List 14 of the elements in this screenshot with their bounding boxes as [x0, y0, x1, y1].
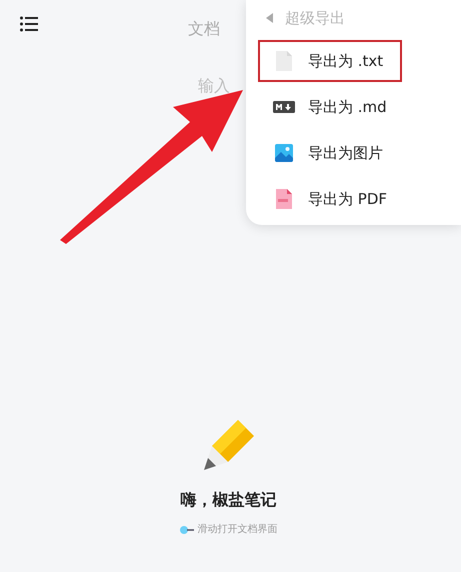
menu-icon[interactable] [20, 16, 38, 32]
swipe-hint-icon [180, 526, 194, 534]
export-option[interactable]: 导出为图片 [258, 132, 402, 174]
export-option[interactable]: 导出为 PDF [258, 178, 402, 220]
file-icon [276, 51, 292, 71]
markdown-icon [273, 101, 295, 113]
export-option[interactable]: 导出为 .txt [258, 40, 402, 82]
menu-title: 超级导出 [285, 8, 345, 29]
welcome-title: 嗨，椒盐笔记 [180, 489, 276, 511]
pdf-file-icon [276, 189, 292, 209]
swipe-hint: 滑动打开文档界面 [198, 522, 278, 537]
export-option[interactable]: 导出为 .md [258, 86, 402, 128]
image-icon [275, 144, 293, 162]
pencil-icon [202, 418, 256, 472]
